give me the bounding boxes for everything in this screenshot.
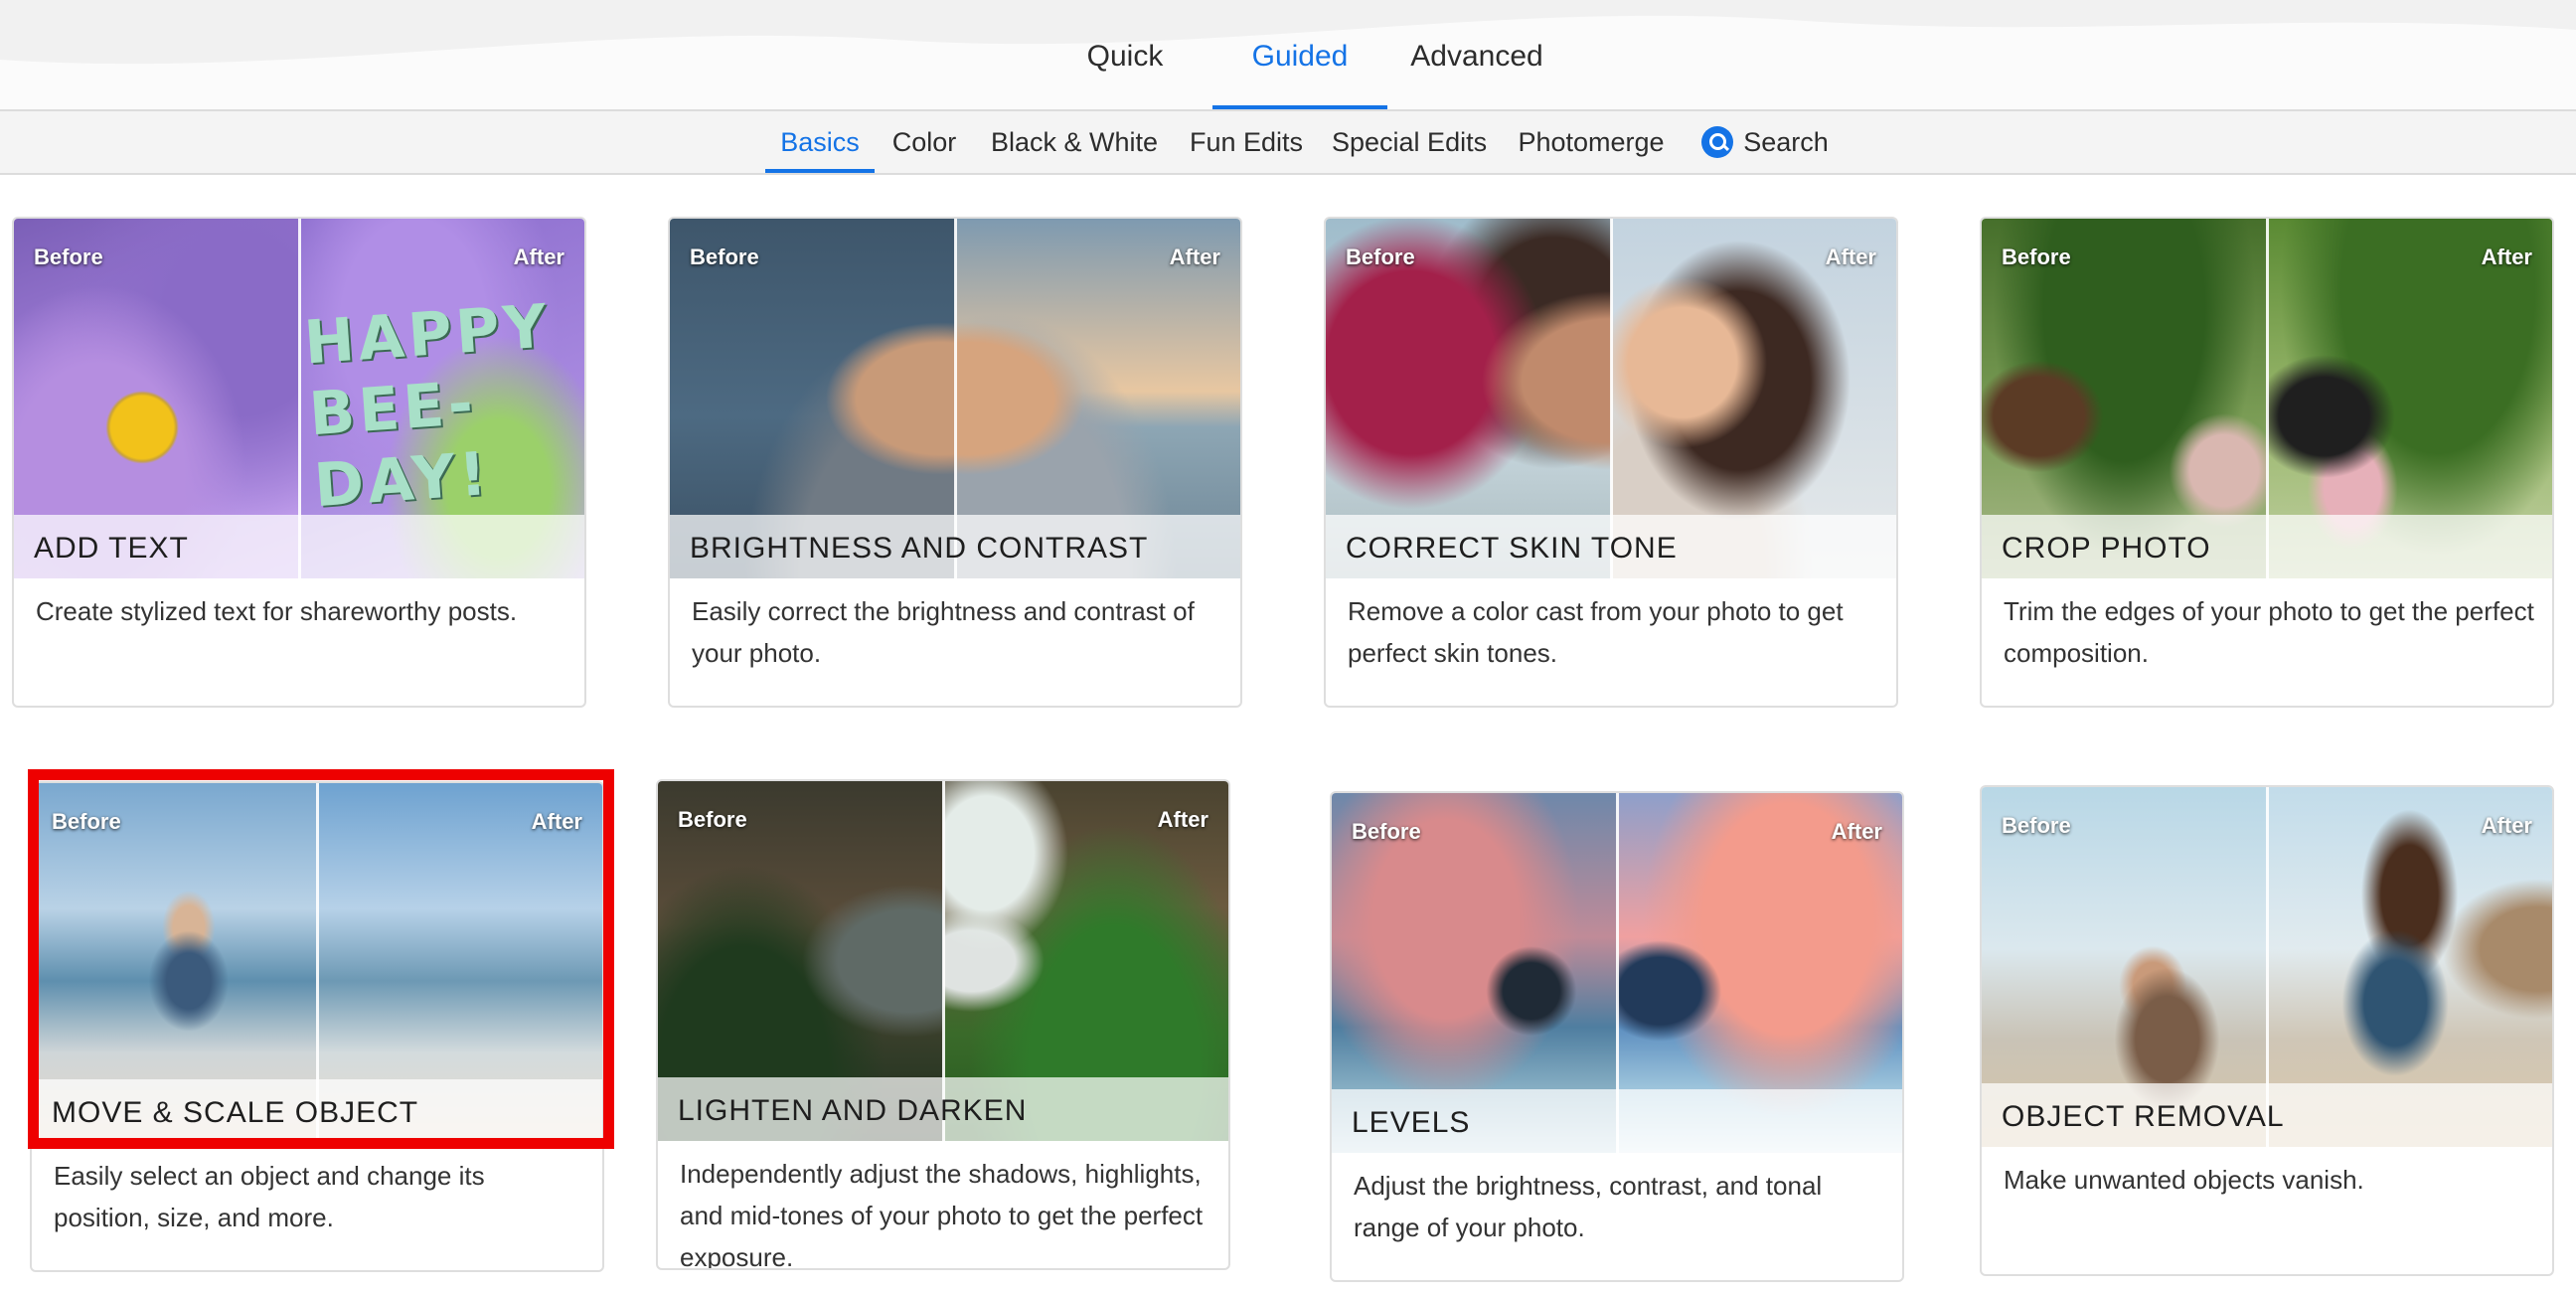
card-title: OBJECT REMOVAL [2002, 1100, 2285, 1133]
card-title: CROP PHOTO [2002, 532, 2211, 565]
card-description: Easily correct the brightness and contra… [692, 596, 1195, 668]
before-label: Before [52, 809, 121, 834]
card-lighten-and-darken[interactable]: Before After LIGHTEN AND DARKEN Independ… [656, 779, 1230, 1270]
before-after-image: HAPPY BEE-DAY! Before After ADD TEXT [14, 219, 584, 578]
tab-advanced[interactable]: Advanced [1409, 20, 1544, 109]
after-label: After [1825, 244, 1876, 269]
after-label: After [513, 244, 564, 269]
card-title: BRIGHTNESS AND CONTRAST [690, 532, 1149, 565]
card-add-text[interactable]: HAPPY BEE-DAY! Before After ADD TEXT Cre… [12, 217, 586, 708]
card-title-bar: MOVE & SCALE OBJECT [32, 1079, 602, 1143]
before-after-image: Before After CROP PHOTO [1982, 219, 2552, 578]
card-title-bar: OBJECT REMOVAL [1982, 1083, 2552, 1147]
tab-basics[interactable]: Basics [765, 111, 875, 173]
before-after-image: Before After OBJECT REMOVAL [1982, 787, 2552, 1147]
before-label: Before [2002, 244, 2071, 269]
search-label: Search [1743, 127, 1829, 157]
card-title-bar: LIGHTEN AND DARKEN [658, 1077, 1228, 1141]
after-label: After [2481, 244, 2532, 269]
tab-special-edits[interactable]: Special Edits [1332, 111, 1487, 173]
card-title: LIGHTEN AND DARKEN [678, 1094, 1028, 1127]
before-after-image: Before After BRIGHTNESS AND CONTRAST [670, 219, 1240, 578]
card-title: ADD TEXT [34, 532, 189, 565]
card-description: Independently adjust the shadows, highli… [680, 1159, 1204, 1270]
tab-black-white[interactable]: Black & White [988, 111, 1161, 173]
card-object-removal[interactable]: Before After OBJECT REMOVAL Make unwante… [1980, 785, 2554, 1276]
mode-bar: Quick Guided Advanced [0, 0, 2576, 111]
category-bar: Basics Color Black & White Fun Edits Spe… [0, 111, 2576, 175]
search-button[interactable]: Search [1697, 111, 1833, 173]
card-brightness-and-contrast[interactable]: Before After BRIGHTNESS AND CONTRAST Eas… [668, 217, 1242, 708]
card-description: Make unwanted objects vanish. [2004, 1165, 2364, 1195]
after-label: After [2481, 813, 2532, 838]
card-description: Trim the edges of your photo to get the … [2004, 596, 2534, 668]
tab-quick[interactable]: Quick [1073, 20, 1177, 109]
card-move-and-scale-object[interactable]: Before After MOVE & SCALE OBJECT Easily … [30, 781, 604, 1272]
tab-guided[interactable]: Guided [1212, 20, 1387, 109]
before-label: Before [2002, 813, 2071, 838]
after-label: After [531, 809, 582, 834]
after-label: After [1831, 819, 1882, 844]
before-after-image: Before After CORRECT SKIN TONE [1326, 219, 1896, 578]
before-label: Before [690, 244, 759, 269]
after-label: After [1169, 244, 1220, 269]
card-title-bar: LEVELS [1332, 1089, 1902, 1153]
card-title-bar: BRIGHTNESS AND CONTRAST [670, 515, 1240, 578]
before-label: Before [1346, 244, 1415, 269]
card-description: Easily select an object and change its p… [54, 1161, 485, 1232]
card-crop-photo[interactable]: Before After CROP PHOTO Trim the edges o… [1980, 217, 2554, 708]
tab-fun-edits[interactable]: Fun Edits [1189, 111, 1304, 173]
after-label: After [1157, 807, 1208, 832]
card-description: Create stylized text for shareworthy pos… [36, 596, 518, 626]
before-label: Before [678, 807, 747, 832]
search-icon [1701, 125, 1734, 158]
card-description: Adjust the brightness, contrast, and ton… [1354, 1171, 1823, 1242]
tab-photomerge[interactable]: Photomerge [1517, 111, 1666, 173]
card-levels[interactable]: Before After LEVELS Adjust the brightnes… [1330, 791, 1904, 1282]
card-title-bar: CROP PHOTO [1982, 515, 2552, 578]
before-label: Before [34, 244, 103, 269]
before-after-image: Before After LIGHTEN AND DARKEN [658, 781, 1228, 1141]
card-title: LEVELS [1352, 1106, 1471, 1139]
card-title-bar: ADD TEXT [14, 515, 584, 578]
happy-bee-day-overlay-text: HAPPY BEE-DAY! [301, 291, 554, 522]
card-description: Remove a color cast from your photo to g… [1348, 596, 1844, 668]
card-title-bar: CORRECT SKIN TONE [1326, 515, 1896, 578]
card-correct-skin-tone[interactable]: Before After CORRECT SKIN TONE Remove a … [1324, 217, 1898, 708]
before-after-image: Before After LEVELS [1332, 793, 1902, 1153]
before-label: Before [1352, 819, 1421, 844]
tab-color[interactable]: Color [886, 111, 962, 173]
card-title: MOVE & SCALE OBJECT [52, 1096, 419, 1129]
before-after-image: Before After MOVE & SCALE OBJECT [32, 783, 602, 1143]
card-title: CORRECT SKIN TONE [1346, 532, 1678, 565]
